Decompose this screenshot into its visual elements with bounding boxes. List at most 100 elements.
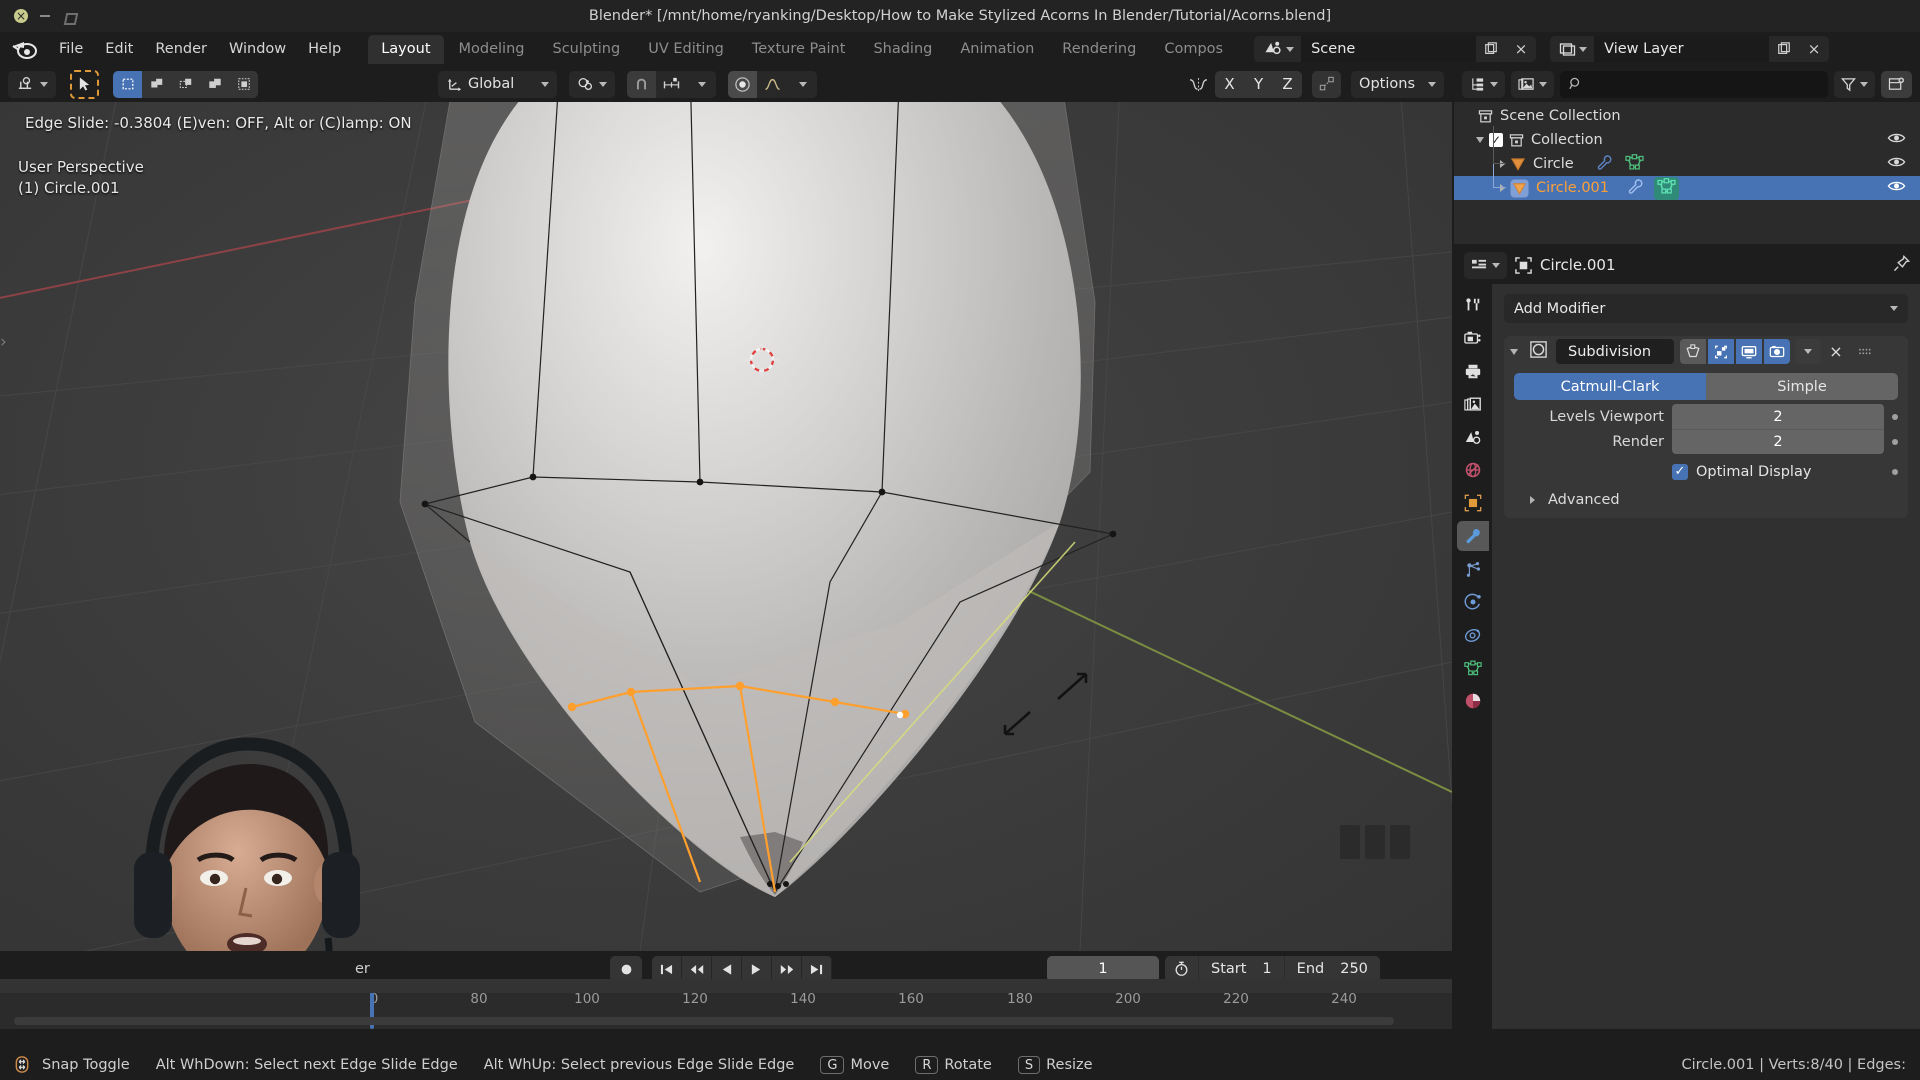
modifier-delete-button[interactable]: × — [1823, 339, 1849, 364]
menu-file[interactable]: File — [48, 38, 94, 60]
collection-exclude-checkbox[interactable] — [1489, 133, 1503, 147]
properties-tab-strip[interactable] — [1454, 284, 1492, 1029]
tab-texture-paint[interactable]: Texture Paint — [739, 35, 859, 64]
modifier-wrench-icon[interactable] — [1596, 154, 1613, 175]
tab-modifiers[interactable] — [1457, 521, 1489, 551]
tab-compositing[interactable]: Compos — [1151, 35, 1236, 64]
tab-data[interactable] — [1457, 653, 1489, 683]
viewport-nav-widgets[interactable] — [1340, 825, 1410, 859]
tab-shading[interactable]: Shading — [860, 35, 945, 64]
menu-edit[interactable]: Edit — [94, 38, 144, 60]
new-collection-button[interactable] — [1881, 70, 1912, 98]
visibility-eye-icon[interactable] — [1887, 131, 1906, 149]
levels-viewport-field[interactable]: 2 — [1672, 404, 1884, 429]
auto-merge-icon[interactable] — [1312, 70, 1342, 98]
blender-logo-icon[interactable] — [10, 37, 40, 61]
scene-delete-button[interactable]: × — [1506, 36, 1537, 62]
mirror-z-button[interactable]: Z — [1273, 70, 1303, 98]
tab-view-layer[interactable] — [1457, 389, 1489, 419]
modifier-edit-mode-toggle[interactable] — [1708, 339, 1734, 364]
animate-property-dot[interactable] — [1892, 469, 1898, 475]
timeline-editor[interactable]: er 1 Start 1 End 250 0 80 100 120 140 16… — [0, 951, 1452, 1029]
tab-animation[interactable]: Animation — [947, 35, 1047, 64]
properties-editor[interactable]: Circle.001 Add Modifier Subdivision × Ca… — [1454, 246, 1920, 1029]
animate-property-dot[interactable] — [1892, 413, 1898, 420]
tab-render[interactable] — [1457, 323, 1489, 353]
modifier-wrench-icon[interactable] — [1627, 178, 1644, 199]
outliner-filter-button[interactable] — [1834, 70, 1875, 98]
modifier-render-toggle[interactable] — [1764, 339, 1790, 364]
scene-browse-button[interactable] — [1254, 36, 1302, 62]
tab-uv-editing[interactable]: UV Editing — [635, 35, 737, 64]
mirror-icon[interactable] — [1182, 71, 1215, 98]
tab-particles[interactable] — [1457, 554, 1489, 584]
tab-object[interactable] — [1457, 488, 1489, 518]
mirror-y-button[interactable]: Y — [1244, 70, 1274, 98]
menu-help[interactable]: Help — [297, 38, 352, 60]
tab-material[interactable] — [1457, 686, 1489, 716]
outliner-row-circle-001[interactable]: Circle.001 — [1454, 164, 1920, 200]
modifier-on-cage-toggle[interactable] — [1680, 339, 1706, 364]
proportional-editing-toggle[interactable] — [728, 70, 758, 98]
render-levels-field[interactable]: 2 — [1672, 429, 1884, 454]
tab-physics[interactable] — [1457, 587, 1489, 617]
face-select-button[interactable] — [171, 70, 200, 98]
animate-property-dot[interactable] — [1892, 438, 1898, 445]
outliner-display-mode-button[interactable] — [1462, 70, 1505, 98]
outliner-editor[interactable]: Scene Collection Collection Circle — [1454, 66, 1920, 244]
window-minimize-button[interactable] — [38, 9, 52, 23]
editor-mode-selector[interactable] — [8, 70, 56, 98]
subdivision-catmull-clark-button[interactable]: Catmull-Clark — [1514, 373, 1706, 400]
visibility-eye-icon[interactable] — [1887, 155, 1906, 173]
proportional-falloff-button[interactable] — [757, 70, 789, 98]
tab-world[interactable] — [1457, 455, 1489, 485]
modifier-extras-button[interactable] — [1795, 339, 1821, 364]
add-modifier-button[interactable]: Add Modifier — [1504, 294, 1908, 323]
transform-orientation-selector[interactable]: Global — [438, 70, 558, 98]
outliner-tree[interactable]: Scene Collection Collection Circle — [1454, 102, 1920, 244]
snap-options-button[interactable] — [687, 70, 717, 98]
scene-name-field[interactable]: Scene — [1301, 36, 1477, 62]
view-layer-name-field[interactable]: View Layer — [1594, 36, 1770, 62]
tab-tool[interactable] — [1457, 290, 1489, 320]
pivot-point-selector[interactable] — [569, 70, 616, 98]
disclosure-triangle-icon[interactable] — [1530, 496, 1535, 504]
view-layer-new-button[interactable] — [1769, 36, 1800, 62]
3d-viewport[interactable]: Edge Slide: -0.3804 (E)ven: OFF, Alt or … — [0, 102, 1452, 951]
proportional-falloff-dropdown[interactable] — [788, 70, 818, 98]
nav-widget-1[interactable] — [1340, 825, 1360, 859]
disclosure-triangle-icon[interactable] — [1500, 184, 1505, 192]
viewport-options-button[interactable]: Options — [1351, 70, 1444, 98]
view-layer-browse-button[interactable] — [1550, 36, 1595, 62]
tab-rendering[interactable]: Rendering — [1049, 35, 1149, 64]
sidebar-toggle-left[interactable]: › — [0, 332, 7, 352]
snap-target-button[interactable] — [656, 70, 688, 98]
modifier-drag-handle[interactable] — [1851, 339, 1877, 364]
subdivision-simple-button[interactable]: Simple — [1706, 373, 1898, 400]
scene-new-button[interactable] — [1476, 36, 1507, 62]
advanced-section-row[interactable]: Advanced — [1514, 492, 1898, 508]
disclosure-triangle-icon[interactable] — [1500, 160, 1505, 168]
snap-magnet-button[interactable] — [627, 70, 657, 98]
modifier-name-field[interactable]: Subdivision — [1556, 339, 1674, 364]
tweak-tool-button[interactable] — [70, 69, 99, 99]
outliner-search-input[interactable] — [1560, 70, 1828, 98]
mesh-data-icon[interactable] — [1654, 176, 1680, 200]
view-layer-delete-button[interactable]: × — [1799, 36, 1830, 62]
optimal-display-checkbox[interactable] — [1672, 464, 1688, 480]
outliner-row-collection[interactable]: Collection — [1454, 128, 1920, 152]
tab-scene[interactable] — [1457, 422, 1489, 452]
window-maximize-button[interactable] — [62, 9, 76, 23]
outliner-row-scene-collection[interactable]: Scene Collection — [1454, 104, 1920, 128]
outliner-row-circle[interactable]: Circle — [1454, 126, 1920, 176]
properties-editor-type-button[interactable] — [1464, 251, 1507, 279]
tab-layout[interactable]: Layout — [368, 34, 444, 64]
menu-window[interactable]: Window — [218, 38, 297, 60]
edge-select-button[interactable] — [142, 70, 171, 98]
tab-sculpting[interactable]: Sculpting — [539, 35, 633, 64]
tab-output[interactable] — [1457, 356, 1489, 386]
pin-icon[interactable] — [1893, 254, 1911, 276]
tab-constraints[interactable] — [1457, 620, 1489, 650]
tab-modeling[interactable]: Modeling — [446, 35, 538, 64]
vertex-select-button[interactable] — [113, 70, 142, 98]
